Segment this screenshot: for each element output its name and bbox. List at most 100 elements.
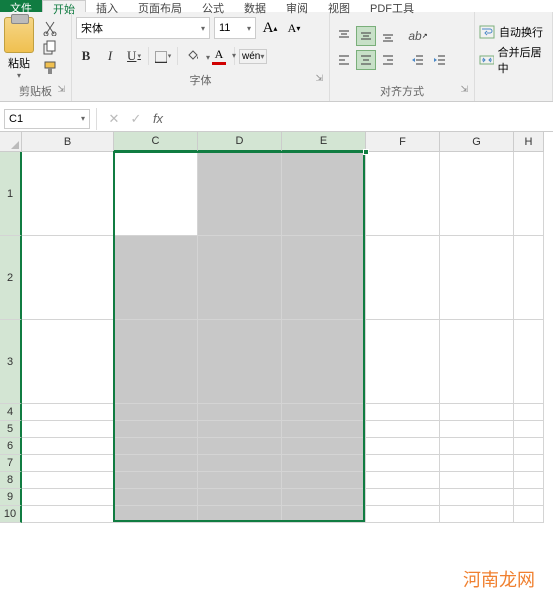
format-painter-icon[interactable] [42, 60, 58, 76]
cell[interactable] [198, 489, 282, 506]
align-center-button[interactable] [356, 50, 376, 70]
cell[interactable] [366, 236, 440, 320]
cell[interactable] [282, 152, 366, 236]
enter-formula-button[interactable]: ✓ [125, 111, 147, 127]
select-all-button[interactable] [0, 132, 22, 152]
cell[interactable] [514, 320, 544, 404]
cell[interactable] [514, 455, 544, 472]
cell[interactable] [366, 472, 440, 489]
cell[interactable] [282, 472, 366, 489]
row-header[interactable]: 10 [0, 506, 22, 523]
cell[interactable] [282, 489, 366, 506]
tab-insert[interactable]: 插入 [86, 0, 128, 12]
cell[interactable] [514, 421, 544, 438]
cell[interactable] [282, 320, 366, 404]
clipboard-launcher-icon[interactable]: ⇲ [57, 84, 65, 95]
cell[interactable] [514, 506, 544, 523]
align-top-button[interactable] [334, 26, 354, 46]
italic-button[interactable]: I [100, 46, 120, 66]
cell[interactable] [22, 320, 114, 404]
decrease-font-size-button[interactable]: A▾ [284, 18, 304, 38]
cell[interactable] [114, 489, 198, 506]
cell[interactable] [514, 472, 544, 489]
cell[interactable] [366, 320, 440, 404]
cell[interactable] [440, 421, 514, 438]
row-header[interactable]: 2 [0, 236, 22, 320]
tab-page-layout[interactable]: 页面布局 [128, 0, 192, 12]
cell[interactable] [440, 489, 514, 506]
increase-indent-button[interactable] [430, 50, 450, 70]
cell[interactable] [366, 404, 440, 421]
cell[interactable] [22, 455, 114, 472]
cell[interactable] [22, 152, 114, 236]
cell[interactable] [114, 472, 198, 489]
cell[interactable] [282, 236, 366, 320]
cell[interactable] [514, 404, 544, 421]
cancel-formula-button[interactable]: ✕ [103, 111, 125, 127]
cell[interactable] [22, 421, 114, 438]
fill-color-button[interactable]: ▾ [182, 49, 204, 64]
cell[interactable] [282, 506, 366, 523]
cell[interactable] [366, 506, 440, 523]
tab-review[interactable]: 审阅 [276, 0, 318, 12]
cell[interactable] [198, 455, 282, 472]
cell[interactable] [366, 421, 440, 438]
align-left-button[interactable] [334, 50, 354, 70]
row-header[interactable]: 3 [0, 320, 22, 404]
cell[interactable] [282, 438, 366, 455]
cell[interactable] [114, 438, 198, 455]
cell[interactable] [22, 472, 114, 489]
alignment-launcher-icon[interactable]: ⇲ [460, 84, 468, 95]
wrap-text-button[interactable]: 自动换行 [479, 24, 548, 40]
paste-button[interactable]: 粘贴 ▾ [4, 15, 34, 80]
borders-button[interactable] [153, 46, 173, 66]
cell[interactable] [114, 455, 198, 472]
column-header[interactable]: B [22, 132, 114, 152]
row-header[interactable]: 8 [0, 472, 22, 489]
formula-input[interactable] [169, 109, 553, 129]
cell[interactable] [440, 236, 514, 320]
cell[interactable] [198, 506, 282, 523]
column-header[interactable]: H [514, 132, 544, 152]
font-launcher-icon[interactable]: ⇲ [315, 73, 323, 84]
cell[interactable] [198, 152, 282, 236]
row-header[interactable]: 1 [0, 152, 22, 236]
tab-file[interactable]: 文件 [0, 0, 42, 12]
cell[interactable] [114, 506, 198, 523]
cell[interactable] [366, 489, 440, 506]
cell[interactable] [114, 236, 198, 320]
cell[interactable] [114, 320, 198, 404]
align-bottom-button[interactable] [378, 26, 398, 46]
increase-font-size-button[interactable]: A▴ [260, 18, 280, 38]
tab-data[interactable]: 数据 [234, 0, 276, 12]
cut-icon[interactable] [42, 20, 58, 36]
font-family-select[interactable]: 宋体 ▾ [76, 17, 210, 39]
tab-view[interactable]: 视图 [318, 0, 360, 12]
tab-formulas[interactable]: 公式 [192, 0, 234, 12]
cell[interactable] [514, 438, 544, 455]
cell[interactable] [440, 438, 514, 455]
cell[interactable] [22, 506, 114, 523]
cell[interactable] [114, 152, 198, 236]
column-header[interactable]: D [198, 132, 282, 152]
font-color-button[interactable]: A ▾ [208, 47, 230, 65]
cell[interactable] [514, 236, 544, 320]
merge-center-button[interactable]: 合并后居中 [479, 44, 548, 76]
row-header[interactable]: 7 [0, 455, 22, 472]
row-header[interactable]: 4 [0, 404, 22, 421]
cell[interactable] [198, 438, 282, 455]
cell[interactable] [22, 236, 114, 320]
cell[interactable] [282, 404, 366, 421]
cell[interactable] [114, 421, 198, 438]
cell[interactable] [198, 236, 282, 320]
cell[interactable] [440, 506, 514, 523]
row-header[interactable]: 9 [0, 489, 22, 506]
cell[interactable] [282, 455, 366, 472]
cell[interactable] [198, 404, 282, 421]
cell[interactable] [22, 489, 114, 506]
cell[interactable] [114, 404, 198, 421]
column-header[interactable]: F [366, 132, 440, 152]
cell[interactable] [282, 421, 366, 438]
row-header[interactable]: 5 [0, 421, 22, 438]
name-box[interactable]: C1 ▾ [4, 109, 90, 129]
